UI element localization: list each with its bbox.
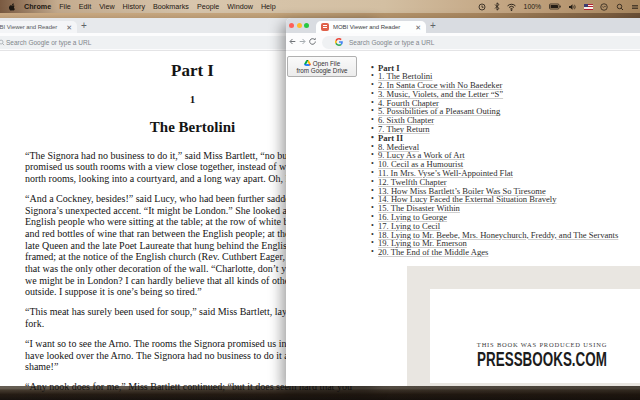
us-flag-icon[interactable] (584, 4, 593, 10)
open-file-label-2: from Google Drive (296, 67, 347, 74)
close-window-button[interactable] (289, 23, 294, 28)
notification-center-icon[interactable] (631, 3, 639, 11)
front-tab-close-icon[interactable]: ✕ (415, 24, 421, 31)
toc-list: Part I1. The Bertolini2. In Santa Croce … (378, 64, 618, 258)
wifi-icon[interactable] (507, 3, 516, 11)
spotlight-icon[interactable] (616, 3, 624, 11)
open-file-label-1: Open File (313, 60, 340, 67)
pressbooks-brand: PRESSBOOKS.COM (472, 349, 612, 369)
menu-item-help[interactable]: Help (257, 2, 280, 11)
menu-item-view[interactable]: View (95, 2, 118, 11)
back-tab[interactable]: MOBI Viewer and Reader ✕ (0, 21, 77, 33)
search-icon (0, 39, 5, 46)
status-icons: 100% (478, 2, 640, 11)
menu-item-edit[interactable]: Edit (75, 2, 95, 11)
menu-bar: ChromeFileEditViewHistoryBookmarksPeople… (0, 0, 640, 13)
front-address-placeholder: Search Google or type a URL (349, 39, 434, 46)
menu-item-chrome[interactable]: Chrome (20, 2, 55, 11)
reload-icon[interactable] (308, 37, 317, 46)
menu-items: ChromeFileEditViewHistoryBookmarksPeople… (0, 2, 280, 12)
menu-item-history[interactable]: History (119, 2, 149, 11)
front-tab-title: MOBI Viewer and Reader (333, 24, 400, 30)
back-tab-title: MOBI Viewer and Reader (0, 24, 57, 30)
toc-item[interactable]: 20. The End of the Middle Ages (378, 248, 618, 257)
time-machine-icon[interactable] (478, 3, 486, 11)
siri-icon[interactable] (600, 3, 608, 11)
open-file-button[interactable]: Open File from Google Drive (287, 56, 357, 77)
google-icon (335, 38, 343, 46)
apple-menu-icon[interactable] (7, 2, 16, 12)
back-icon[interactable] (288, 37, 297, 46)
front-tab-bar: MOBI Viewer and Reader ✕ + (286, 18, 640, 33)
back-address-placeholder: Search Google or type a URL (6, 39, 91, 46)
back-address-bar[interactable]: Search Google or type a URL (0, 36, 330, 49)
back-new-tab-button[interactable]: + (81, 20, 87, 31)
menu-item-window[interactable]: Window (223, 2, 257, 11)
google-drive-icon (304, 60, 311, 66)
zoom-window-button[interactable] (304, 23, 309, 28)
back-tab-close-icon[interactable]: ✕ (66, 24, 72, 31)
front-address-bar[interactable]: Search Google or type a URL (322, 36, 640, 49)
traffic-lights (289, 23, 309, 28)
back-cover-inner-page: THIS BOOK WAS PRODUCED USING PRESSBOOKS.… (430, 289, 640, 383)
bluetooth-icon[interactable] (494, 2, 500, 11)
battery-percentage: 100% (524, 3, 541, 10)
browser-window-toc: MOBI Viewer and Reader ✕ + Search Google… (286, 18, 640, 386)
desktop: ChromeFileEditViewHistoryBookmarksPeople… (0, 0, 640, 400)
tab-favicon (321, 23, 329, 31)
toc-item[interactable]: 7. They Return (378, 125, 618, 134)
menu-item-bookmarks[interactable]: Bookmarks (149, 2, 193, 11)
book-back-cover: THIS BOOK WAS PRODUCED USING PRESSBOOKS.… (407, 266, 640, 386)
menu-item-people[interactable]: People (193, 2, 223, 11)
front-new-tab-button[interactable]: + (430, 20, 436, 31)
forward-icon[interactable] (298, 37, 307, 46)
battery-icon[interactable] (549, 3, 561, 10)
front-tab[interactable]: MOBI Viewer and Reader ✕ (316, 21, 426, 33)
volume-icon[interactable] (568, 3, 576, 11)
front-toolbar: Search Google or type a URL (286, 33, 640, 51)
minimize-window-button[interactable] (297, 23, 302, 28)
menu-item-file[interactable]: File (55, 2, 75, 11)
